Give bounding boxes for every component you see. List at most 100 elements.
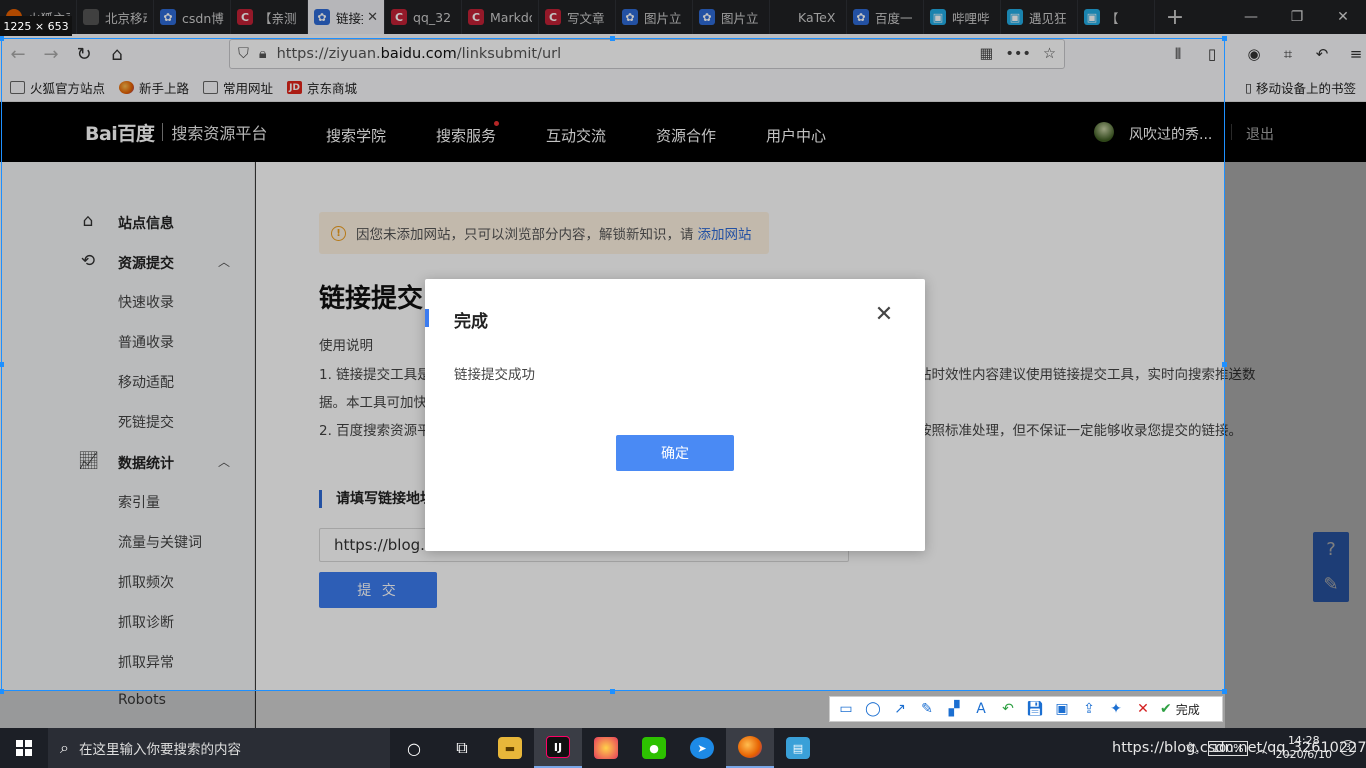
sidebar-item-robots[interactable]: Robots: [118, 692, 166, 708]
nav-search-service[interactable]: 搜索服务: [436, 125, 496, 146]
nav-interaction[interactable]: 互动交流: [546, 125, 606, 146]
sidebar-group-resource-submit[interactable]: 资源提交: [118, 253, 174, 273]
feishu-icon[interactable]: ➤: [678, 728, 726, 768]
share-icon[interactable]: ⇪: [1079, 701, 1099, 717]
selection-handle[interactable]: [610, 36, 615, 41]
sidebar-item-traffic-keywords[interactable]: 流量与关键词: [118, 532, 202, 552]
library-icon[interactable]: ⫴: [1165, 45, 1191, 63]
nav-user-center[interactable]: 用户中心: [766, 125, 826, 146]
sidebar-item-crawl-errors[interactable]: 抓取异常: [118, 652, 174, 672]
home-icon[interactable]: ⌂: [102, 39, 132, 69]
file-explorer-icon[interactable]: ▬: [486, 728, 534, 768]
forward-arrow-icon[interactable]: →: [36, 39, 66, 69]
bookmark-star-icon[interactable]: ☆: [1043, 46, 1056, 62]
back-arrow-icon[interactable]: ←: [3, 39, 33, 69]
username[interactable]: 风吹过的秀...: [1129, 124, 1212, 144]
selection-handle[interactable]: [0, 36, 4, 41]
copy-icon[interactable]: ▣: [1052, 701, 1072, 717]
sidebar-group-data-stats[interactable]: 数据统计: [118, 453, 174, 473]
sidebar-item-fast-index[interactable]: 快速收录: [118, 292, 174, 312]
avatar[interactable]: [1094, 122, 1114, 142]
undo-icon[interactable]: ↶: [1309, 45, 1335, 63]
selection-handle[interactable]: [1222, 689, 1227, 694]
task-view-icon[interactable]: ⧉: [438, 728, 486, 768]
baidu-logo[interactable]: Bai百度 搜索资源平台: [85, 116, 267, 148]
browser-tab[interactable]: ▣ 哔哩哔: [924, 0, 1001, 34]
browser-tab[interactable]: ✿ csdn博客: [154, 0, 231, 34]
selection-handle[interactable]: [0, 689, 4, 694]
sidebar-item-crawl-diagnosis[interactable]: 抓取诊断: [118, 612, 174, 632]
browser-tab[interactable]: ✿ 百度一: [847, 0, 924, 34]
bookmark-item[interactable]: 火狐官方站点: [10, 78, 105, 97]
account-icon[interactable]: ◉: [1241, 45, 1267, 63]
menu-icon[interactable]: ≡: [1343, 45, 1366, 63]
browser-tab[interactable]: KaTeX – T: [770, 0, 847, 34]
bookmark-item[interactable]: 常用网址: [203, 78, 273, 97]
selection-handle[interactable]: [0, 362, 4, 367]
sidebar-item-dead-links[interactable]: 死链提交: [118, 412, 174, 432]
start-button[interactable]: [0, 728, 48, 768]
chevron-up-icon[interactable]: ︿: [218, 453, 230, 470]
browser-tab[interactable]: ▣ 遇见狂: [1001, 0, 1078, 34]
taskbar-search[interactable]: ⌕ 在这里输入你要搜索的内容: [48, 728, 390, 768]
browser-tab[interactable]: C Markdown: [462, 0, 539, 34]
sidebar-toggle-icon[interactable]: ▯: [1199, 45, 1225, 63]
reload-icon[interactable]: ↻: [69, 39, 99, 69]
sidebar-item-mobile-adapt[interactable]: 移动适配: [118, 372, 174, 392]
save-icon[interactable]: 💾︎: [1025, 701, 1045, 717]
sidebar-group-site-info[interactable]: 站点信息: [118, 213, 174, 233]
browser-tab[interactable]: 北京移动: [77, 0, 154, 34]
selection-handle[interactable]: [610, 689, 615, 694]
selection-handle[interactable]: [1222, 36, 1227, 41]
ellipse-icon[interactable]: ◯: [863, 701, 883, 717]
nav-cooperation[interactable]: 资源合作: [656, 125, 716, 146]
nav-search-academy[interactable]: 搜索学院: [326, 125, 386, 146]
undo-icon[interactable]: ↶: [998, 701, 1018, 717]
text-icon[interactable]: A: [971, 701, 991, 717]
close-window-icon[interactable]: ✕: [1320, 0, 1366, 34]
mobile-bookmarks[interactable]: ▯ 移动设备上的书签: [1245, 78, 1356, 97]
close-icon[interactable]: ✕: [872, 303, 896, 327]
done-button[interactable]: ✔ 完成: [1160, 701, 1200, 718]
address-bar[interactable]: ⛉ 🔒︎ https://ziyuan. baidu.com/linksubmit…: [229, 39, 1065, 69]
cortana-icon[interactable]: ○: [390, 728, 438, 768]
minimize-icon[interactable]: —: [1228, 0, 1274, 34]
browser-tab[interactable]: C 写文章: [539, 0, 616, 34]
restore-icon[interactable]: ❐: [1274, 0, 1320, 34]
bookmark-item[interactable]: 新手上路: [119, 78, 189, 97]
notes-icon[interactable]: ▤: [774, 728, 822, 768]
help-icon[interactable]: ?: [1326, 539, 1336, 560]
browser-tab[interactable]: ✿ 链接提交 ✕: [308, 0, 385, 34]
browser-tab[interactable]: ✿ 图片立: [616, 0, 693, 34]
wechat-icon[interactable]: ●: [630, 728, 678, 768]
sidebar-item-normal-index[interactable]: 普通收录: [118, 332, 174, 352]
mosaic-icon[interactable]: ▞: [944, 701, 964, 717]
cancel-icon[interactable]: ✕: [1133, 701, 1153, 717]
confirm-button[interactable]: 确定: [616, 435, 734, 471]
browser-tab[interactable]: ✿ 图片立: [693, 0, 770, 34]
add-site-link[interactable]: 添加网站: [698, 223, 752, 243]
rectangle-icon[interactable]: ▭: [836, 701, 856, 717]
logout-link[interactable]: 退出: [1246, 124, 1274, 144]
browser-tab[interactable]: ▣ 【: [1078, 0, 1155, 34]
arrow-icon[interactable]: ↗: [890, 701, 910, 717]
selection-handle[interactable]: [1222, 362, 1227, 367]
crop-icon[interactable]: ⌗: [1275, 45, 1301, 63]
pin-icon[interactable]: ✦: [1106, 701, 1126, 717]
more-actions-icon[interactable]: •••: [1005, 46, 1031, 62]
shield-icon[interactable]: ⛉: [238, 46, 249, 62]
firefox-icon[interactable]: [726, 728, 774, 768]
browser-tab[interactable]: Cqq_32: [385, 0, 462, 34]
close-tab-icon[interactable]: ✕: [367, 10, 378, 25]
qr-code-icon[interactable]: ▦: [980, 46, 994, 62]
pen-icon[interactable]: ✎: [917, 701, 937, 717]
bookmark-item[interactable]: JD 京东商城: [287, 78, 357, 97]
sidebar-item-crawl-frequency[interactable]: 抓取频次: [118, 572, 174, 592]
submit-button[interactable]: 提 交: [319, 572, 437, 608]
lock-icon[interactable]: 🔒︎: [259, 46, 267, 62]
chevron-up-icon[interactable]: ︿: [218, 253, 230, 270]
photos-icon[interactable]: [582, 728, 630, 768]
new-tab-button[interactable]: +: [1155, 0, 1195, 34]
browser-tab[interactable]: C 【亲测: [231, 0, 308, 34]
intellij-icon[interactable]: IJ: [534, 728, 582, 768]
